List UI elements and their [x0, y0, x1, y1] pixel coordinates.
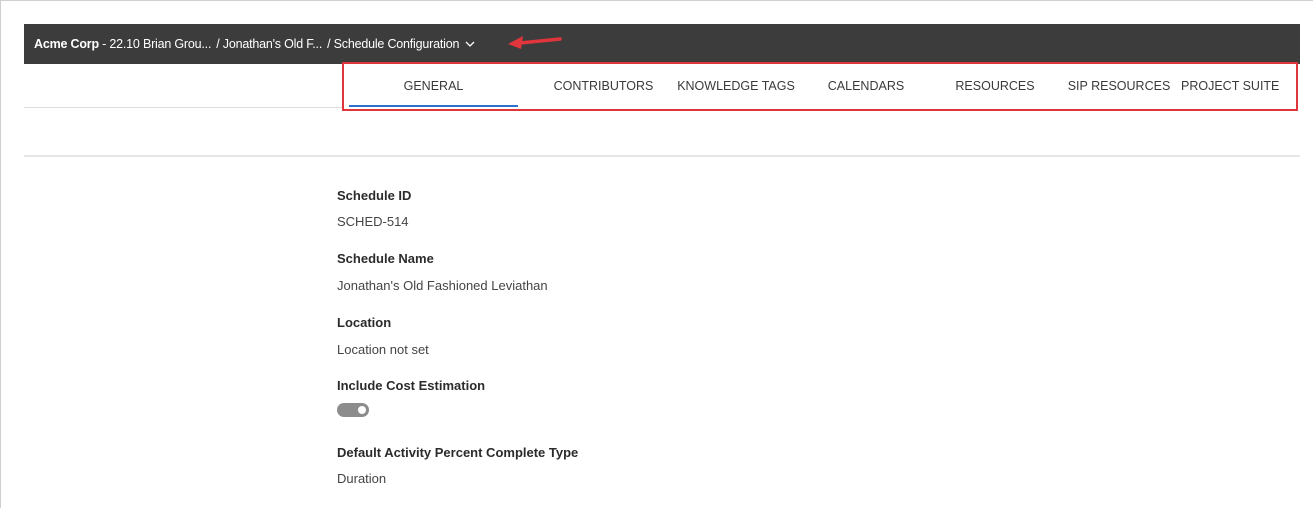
- section-divider: [24, 155, 1300, 157]
- breadcrumb: Acme Corp - 22.10 Brian Grou... / Jonath…: [34, 37, 476, 51]
- tab-contributors[interactable]: CONTRIBUTORS: [547, 64, 660, 108]
- chevron-down-icon[interactable]: [464, 38, 476, 50]
- tab-general[interactable]: GENERAL: [349, 64, 518, 108]
- include-cost-toggle[interactable]: [337, 403, 369, 417]
- app-frame: Acme Corp - 22.10 Brian Grou... / Jonath…: [0, 0, 1313, 508]
- location-label: Location: [337, 315, 392, 330]
- breadcrumb-project[interactable]: - 22.10 Brian Grou...: [99, 37, 211, 51]
- breadcrumb-org[interactable]: Acme Corp: [34, 37, 99, 51]
- arrow-left-icon: [508, 36, 562, 49]
- tab-strip-rule: [24, 107, 342, 108]
- schedule-id-label: Schedule ID: [337, 188, 412, 203]
- percent-complete-type-label: Default Activity Percent Complete Type: [337, 445, 579, 460]
- tab-project-suite[interactable]: PROJECT SUITE: [1179, 64, 1297, 108]
- include-cost-label: Include Cost Estimation: [337, 378, 486, 393]
- percent-complete-type-value: Duration: [337, 471, 387, 486]
- toggle-knob: [358, 406, 366, 414]
- schedule-id-value: SCHED-514: [337, 214, 409, 229]
- tab-knowledge-tags[interactable]: KNOWLEDGE TAGS: [671, 64, 801, 108]
- breadcrumb-page[interactable]: / Schedule Configuration: [327, 37, 459, 51]
- header-bar: Acme Corp - 22.10 Brian Grou... / Jonath…: [24, 24, 1300, 64]
- tab-sip-resources[interactable]: SIP RESOURCES: [1061, 64, 1177, 108]
- schedule-name-value: Jonathan's Old Fashioned Leviathan: [337, 278, 548, 293]
- tab-calendars[interactable]: CALENDARS: [819, 64, 913, 108]
- tab-resources[interactable]: RESOURCES: [948, 64, 1042, 108]
- breadcrumb-schedule[interactable]: / Jonathan's Old F...: [216, 37, 322, 51]
- schedule-name-label: Schedule Name: [337, 251, 434, 266]
- location-value: Location not set: [337, 342, 429, 357]
